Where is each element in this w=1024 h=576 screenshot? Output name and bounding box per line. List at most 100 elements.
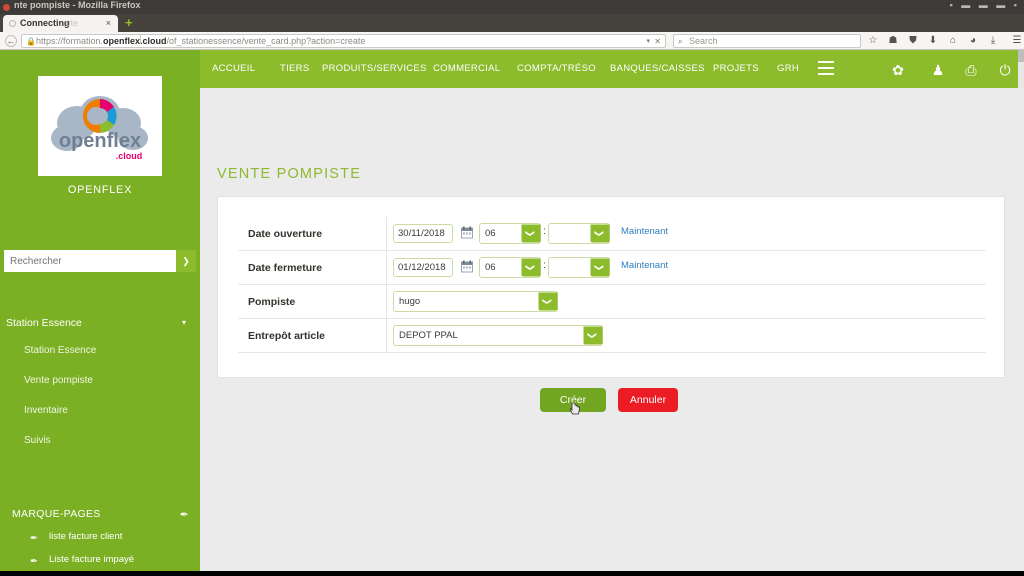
sidebar-section-station-essence[interactable]: Station Essence ▾: [6, 311, 194, 335]
tab-favicon-icon: [9, 20, 16, 27]
toolbar-divider: [140, 34, 141, 44]
download-icon[interactable]: ⬇: [926, 34, 940, 48]
shield-icon[interactable]: ⛊: [906, 34, 920, 48]
screen: nte pompiste - Mozilla Firefox ▪ ▬ ▬ ▬ ▪…: [0, 0, 1024, 576]
url-bar[interactable]: 🔒 https://formation.openflex.cloud/of_st…: [21, 34, 666, 48]
chevron-down-icon: ▾: [181, 318, 186, 327]
sidebar-item-suivis[interactable]: Suivis: [24, 431, 194, 451]
bookmarks-header: MARQUE-PAGES ✒: [12, 505, 197, 523]
chevron-down-icon: ❯: [590, 224, 610, 243]
sidebar-item-inventaire[interactable]: Inventaire: [24, 401, 194, 421]
appnav-item-projets[interactable]: PROJETS: [713, 50, 759, 88]
browser-search-box[interactable]: ⌕ Search: [673, 34, 861, 48]
time-separator: :: [543, 226, 546, 237]
save-page-icon[interactable]: ⤓: [986, 34, 1000, 48]
tab-close-icon[interactable]: ×: [106, 15, 111, 32]
os-titlebar: nte pompiste - Mozilla Firefox ▪ ▬ ▬ ▬ ▪: [0, 0, 1024, 14]
browser-toolbar: ← 🔒 https://formation.openflex.cloud/of_…: [0, 32, 1024, 50]
search-input[interactable]: [4, 250, 176, 272]
search-placeholder: Search: [689, 36, 718, 46]
sidebar-item-station-essence[interactable]: Station Essence: [24, 341, 194, 361]
bookmark-edit-icon[interactable]: ✒: [180, 506, 189, 524]
hour-select[interactable]: 06 ❯: [479, 257, 541, 278]
lock-icon: 🔒: [26, 37, 36, 46]
search-icon: ⌕: [678, 37, 683, 46]
page-title: VENTE POMPISTE: [217, 166, 362, 182]
bookmark-label: Liste facture impayé: [49, 554, 135, 565]
select-value: 06: [485, 228, 496, 239]
url-text: https://formation.openflex.cloud/of_stat…: [36, 36, 366, 46]
appnav-item-grh[interactable]: GRH: [777, 50, 799, 88]
minute-select[interactable]: ❯: [548, 257, 610, 278]
maintenant-link[interactable]: Maintenant: [621, 226, 668, 237]
hour-select[interactable]: 06 ❯: [479, 223, 541, 244]
new-tab-button[interactable]: +: [125, 16, 133, 29]
menu-hamburger-icon[interactable]: [818, 61, 834, 77]
sidebar: openflex .cloud OPENFLEX ❯ Station Essen…: [0, 50, 200, 576]
window-close-icon[interactable]: [3, 4, 10, 11]
chat-icon[interactable]: ◕: [966, 34, 980, 48]
chevron-down-icon: ❯: [521, 258, 541, 277]
appnav-item-produits-services[interactable]: PRODUITS/SERVICES: [322, 50, 427, 88]
calendar-icon[interactable]: [461, 226, 473, 239]
stop-loading-icon[interactable]: ✕: [654, 35, 661, 47]
select-pompiste[interactable]: hugo ❯: [393, 291, 558, 312]
row-divider: [386, 217, 387, 251]
search-submit-button[interactable]: ❯: [176, 250, 196, 272]
select-entrep-t-article[interactable]: DEPOT PPAL ❯: [393, 325, 603, 346]
menu-hamburger-icon[interactable]: ☰: [1010, 34, 1024, 48]
form-table: Date ouverture06❯:❯MaintenantDate fermet…: [238, 217, 986, 353]
sidebar-search: ❯: [4, 250, 196, 272]
openflex-logo: openflex .cloud: [38, 76, 162, 176]
print-icon[interactable]: ⎙: [961, 60, 981, 80]
url-dropdown-icon[interactable]: ▾: [646, 35, 650, 47]
appnav-item-compta-tr-so[interactable]: COMPTA/TRÉSO: [517, 50, 596, 88]
select-value: 06: [485, 262, 496, 273]
bookmark-liste-facture-client[interactable]: ✒ liste facture client: [30, 528, 200, 546]
page-viewport: openflex .cloud OPENFLEX ❯ Station Essen…: [0, 50, 1024, 576]
appnav-item-commercial[interactable]: COMMERCIAL: [433, 50, 500, 88]
form-label: Date ouverture: [248, 228, 323, 240]
create-button[interactable]: Créer: [540, 388, 606, 412]
form-label: Pompiste: [248, 296, 296, 308]
date-input[interactable]: [393, 258, 453, 277]
bookmark-icon: ✒: [30, 533, 38, 544]
form-label: Date fermeture: [248, 262, 323, 274]
power-logout-icon[interactable]: ⏻: [995, 60, 1015, 80]
svg-text:.cloud: .cloud: [116, 151, 143, 161]
browser-tab[interactable]: Connecting ...ute ×: [3, 15, 118, 32]
browser-toolbar-icons: ☆ ☗ ⛊ ⬇ ⌂ ◕ ⤓ ☰: [866, 34, 1024, 48]
cancel-button[interactable]: Annuler: [618, 388, 678, 412]
maintenant-link[interactable]: Maintenant: [621, 260, 668, 271]
date-input[interactable]: [393, 224, 453, 243]
chevron-down-icon: ❯: [590, 258, 610, 277]
bottom-strip: [0, 571, 1024, 576]
minute-select[interactable]: ❯: [548, 223, 610, 244]
appnav-item-banques-caisses[interactable]: BANQUES/CAISSES: [610, 50, 705, 88]
form-label: Entrepôt article: [248, 330, 326, 342]
row-divider: [386, 285, 387, 319]
time-separator: :: [543, 260, 546, 271]
chevron-down-icon: ❯: [521, 224, 541, 243]
home-icon[interactable]: ⌂: [946, 34, 960, 48]
calendar-icon[interactable]: [461, 260, 473, 273]
form-row: Pompiste hugo ❯: [238, 285, 986, 319]
user-account-icon[interactable]: ♟: [928, 60, 948, 80]
tab-label-ghost: ...ute: [58, 18, 79, 28]
bookmark-label: liste facture client: [49, 531, 123, 542]
select-value: DEPOT PPAL: [399, 330, 458, 341]
sidebar-section-label: Station Essence: [6, 317, 82, 329]
sidebar-item-vente-pompiste[interactable]: Vente pompiste: [24, 371, 194, 391]
theme-palette-icon[interactable]: ✿: [888, 60, 908, 80]
row-divider: [386, 319, 387, 353]
appnav-item-accueil[interactable]: ACCUEIL: [212, 50, 255, 88]
bookmark-star-icon[interactable]: ☆: [866, 34, 880, 48]
bookmark-liste-facture-impaye[interactable]: ✒ Liste facture impayé: [30, 551, 200, 569]
system-tray: ▪ ▬ ▬ ▬ ▪: [949, 0, 1020, 10]
appnav-item-tiers[interactable]: TIERS: [280, 50, 309, 88]
row-divider: [386, 251, 387, 285]
select-value: hugo: [399, 296, 421, 307]
appnav-scrollbar[interactable]: [1018, 50, 1024, 88]
back-button[interactable]: ←: [5, 35, 17, 47]
pocket-icon[interactable]: ☗: [886, 34, 900, 48]
